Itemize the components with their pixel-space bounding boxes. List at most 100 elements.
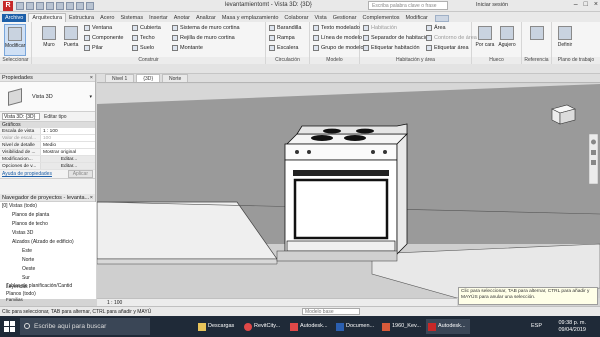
tree-item-floor-plans[interactable]: Planos de planta <box>12 212 49 218</box>
view-selector-dropdown[interactable]: Vista 3D: {3D} <box>2 113 40 120</box>
stove-model[interactable] <box>276 123 408 262</box>
taskbar-item-file[interactable]: 1960_Kev... <box>380 319 421 334</box>
modify-button[interactable]: Modificar <box>4 24 26 56</box>
3d-view-icon[interactable] <box>86 2 94 10</box>
area-button[interactable]: Área <box>426 24 446 32</box>
curtain-grid-button[interactable]: Rejilla de muro cortina <box>172 34 235 42</box>
tree-item-elevations[interactable]: Alzados (Alzado de edificio) <box>12 239 74 245</box>
zoom-icon[interactable] <box>591 150 596 155</box>
close-icon[interactable]: × <box>90 194 93 202</box>
group-select-label[interactable]: Seleccionar <box>0 57 31 64</box>
tab-massing[interactable]: Masa y emplazamiento <box>219 14 282 22</box>
taskbar-item-downloads[interactable]: Descargas <box>196 319 234 334</box>
steering-wheel-icon[interactable] <box>591 139 596 145</box>
ribbon-toggle-icon[interactable] <box>434 15 449 22</box>
navigation-bar[interactable] <box>588 133 599 185</box>
level-button[interactable] <box>526 24 548 56</box>
column-button[interactable]: Pilar <box>84 44 103 52</box>
taskbar-item-documents[interactable]: Documen... <box>334 319 374 334</box>
system-clock[interactable]: 09:38 p. m. 09/04/2019 <box>558 320 586 334</box>
text-icon[interactable] <box>76 2 84 10</box>
apply-button[interactable]: Aplicar <box>67 170 93 178</box>
language-indicator[interactable]: ESP <box>531 323 542 329</box>
edit-type-button[interactable]: Editar tipo <box>44 114 67 120</box>
properties-help-link[interactable]: Ayuda de propiedades <box>2 171 52 177</box>
mullion-button[interactable]: Montante <box>172 44 203 52</box>
tag-room-button[interactable]: Etiquetar habitación <box>363 44 420 52</box>
tree-item-north[interactable]: Norte <box>22 257 34 263</box>
taskbar-search-input[interactable]: Escribe aquí para buscar <box>20 318 150 335</box>
maximize-icon[interactable]: □ <box>584 1 588 8</box>
property-value[interactable]: Mostrar original <box>40 149 95 155</box>
tree-item-west[interactable]: Oeste <box>22 266 35 272</box>
revit-logo-icon[interactable]: R <box>3 1 13 11</box>
sign-in-link[interactable]: Iniciar sesión <box>476 2 508 8</box>
edit-button[interactable]: Editar... <box>40 156 95 162</box>
tree-item-schedules[interactable]: Tablas de planificación/Cantid <box>6 283 72 289</box>
tab-annotate[interactable]: Anotar <box>171 14 193 22</box>
tab-modify[interactable]: Modificar <box>403 14 431 22</box>
tab-analyze[interactable]: Analizar <box>193 14 219 22</box>
tab-view[interactable]: Vista <box>312 14 330 22</box>
railing-button[interactable]: Barandilla <box>269 24 301 32</box>
ramp-button[interactable]: Rampa <box>269 34 295 42</box>
type-selector[interactable]: Vista 3D ▾ <box>0 82 95 112</box>
minimize-icon[interactable]: – <box>574 1 578 8</box>
view-tab-north[interactable]: Norte <box>162 74 189 82</box>
model-text-button[interactable]: Texto modelado <box>313 24 360 32</box>
view-tab-level-1[interactable]: Nivel 1 <box>105 74 135 82</box>
tree-item-families[interactable]: Familias <box>6 297 23 302</box>
search-input[interactable]: Escriba palabra clave o frase <box>368 1 448 10</box>
redo-icon[interactable] <box>46 2 54 10</box>
room-button[interactable]: Habitación <box>363 24 397 32</box>
tab-steel[interactable]: Acero <box>97 14 117 22</box>
property-value[interactable]: 1 : 100 <box>40 128 95 134</box>
open-icon[interactable] <box>16 2 24 10</box>
property-value[interactable]: Medio <box>40 142 95 148</box>
tab-addins[interactable]: Complementos <box>360 14 403 22</box>
save-icon[interactable] <box>26 2 34 10</box>
tree-item-views[interactable]: [0] Vistas (todo) <box>2 203 37 209</box>
window-button[interactable]: Ventana <box>84 24 112 32</box>
tree-item-south[interactable]: Sur <box>22 275 30 281</box>
view-tab-3d[interactable]: {3D} <box>136 74 161 82</box>
selected-box[interactable] <box>551 104 576 125</box>
taskbar-item-revit[interactable]: Autodesk... <box>426 319 470 334</box>
tag-area-button[interactable]: Etiquetar área <box>426 44 469 52</box>
taskbar-item-autodesk[interactable]: Autodesk... <box>288 319 328 334</box>
undo-icon[interactable] <box>36 2 44 10</box>
wall-button[interactable]: Muro <box>38 24 60 56</box>
drawing-area[interactable] <box>97 84 600 298</box>
tab-architecture[interactable]: Arquitectura <box>28 13 66 22</box>
close-icon[interactable]: × <box>594 1 598 8</box>
area-boundary-button[interactable]: Contorno de área <box>426 34 477 42</box>
main-model-dropdown[interactable]: Modelo base <box>302 308 360 315</box>
door-button[interactable]: Puerta <box>60 24 82 56</box>
set-work-plane-button[interactable]: Definir <box>554 24 576 56</box>
print-icon[interactable] <box>56 2 64 10</box>
tab-file[interactable]: Archivo <box>2 14 27 22</box>
close-icon[interactable]: × <box>90 74 93 82</box>
tab-collaborate[interactable]: Colaborar <box>281 14 311 22</box>
component-button[interactable]: Componente <box>84 34 124 42</box>
tab-manage[interactable]: Gestionar <box>330 14 360 22</box>
tab-insert[interactable]: Insertar <box>146 14 171 22</box>
zoom-extents-icon[interactable] <box>591 160 596 165</box>
tree-item-3d-views[interactable]: Vistas 3D <box>12 230 33 236</box>
room-separator-button[interactable]: Separador de habitación <box>363 34 431 42</box>
tree-item-ceiling-plans[interactable]: Planos de techo <box>12 221 48 227</box>
taskbar-item-browser[interactable]: RevitCity... <box>242 319 280 334</box>
roof-button[interactable]: Cubierta <box>132 24 161 32</box>
floor-button[interactable]: Suelo <box>132 44 154 52</box>
tree-item-east[interactable]: Este <box>22 248 32 254</box>
edit-button[interactable]: Editar... <box>40 163 95 169</box>
tab-systems[interactable]: Sistemas <box>117 14 146 22</box>
model-line-button[interactable]: Línea de modelo <box>313 34 362 42</box>
measure-icon[interactable] <box>66 2 74 10</box>
curtain-system-button[interactable]: Sistema de muro cortina <box>172 24 240 32</box>
model-group-button[interactable]: Grupo de modelos <box>313 44 366 52</box>
stair-button[interactable]: Escalera <box>269 44 298 52</box>
tab-structure[interactable]: Estructura <box>66 14 97 22</box>
shaft-button[interactable]: Agujero <box>496 24 518 56</box>
by-face-button[interactable]: Por cara <box>474 24 496 56</box>
